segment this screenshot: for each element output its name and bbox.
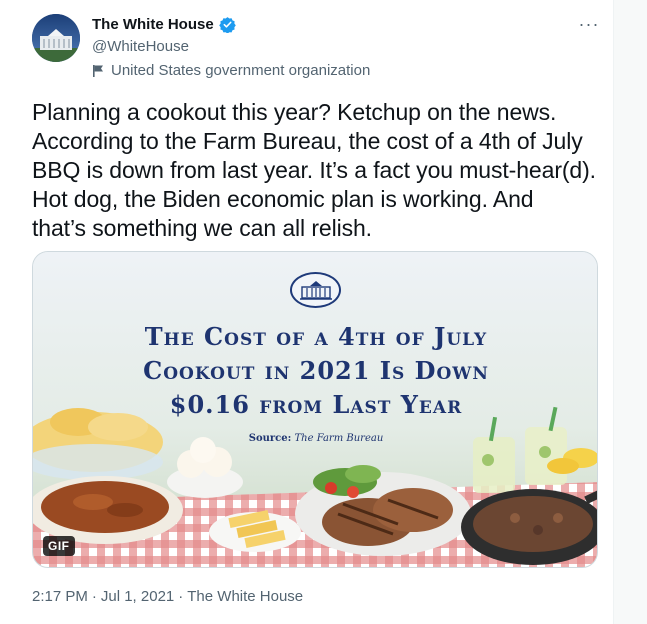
more-icon: ··· [578,13,600,34]
tweet-date[interactable]: Jul 1, 2021 [101,588,174,605]
author-handle[interactable]: @WhiteHouse [92,38,189,55]
source-name: The Farm Bureau [294,433,384,444]
white-house-avatar-icon [32,14,80,62]
tweet-text: Planning a cookout this year? Ketchup on… [32,98,604,243]
avatar[interactable] [32,14,80,62]
tweet-text-line: According to the Farm Bureau, the cost o… [32,128,583,154]
white-house-seal-icon [290,272,341,308]
tweet-time[interactable]: 2:17 PM [32,588,88,605]
media-gif[interactable]: The Cost of a 4th of July Cookout in 202… [32,251,598,568]
author-name-row[interactable]: The White House [92,16,236,34]
headline-line: The Cost of a 4th of July [144,322,488,351]
tweet-text-line: that’s something we can all relish. [32,215,372,241]
tweet[interactable]: The White House @WhiteHouse United State… [0,0,613,624]
source-label: Source: [248,433,292,444]
more-options-button[interactable]: ··· [573,12,605,36]
tweet-metadata: 2:17 PM · Jul 1, 2021 · The White House [32,588,303,605]
author-display-name[interactable]: The White House [92,16,214,33]
meta-separator: · [178,588,184,605]
tweet-text-line: Planning a cookout this year? Ketchup on… [32,99,557,125]
media-source: Source: The Farm Bureau [33,433,597,444]
sidebar-edge [614,0,647,624]
flag-icon [92,64,105,78]
headline-line: Cookout in 2021 Is Down [143,356,489,385]
meta-separator: · [91,588,97,605]
verified-badge-icon [218,16,236,34]
affiliation-text: United States government organization [111,62,371,79]
headline-line: $0.16 from Last Year [169,390,463,419]
tweet-text-line: BBQ is down from last year. It’s a fact … [32,157,596,183]
media-headline: The Cost of a 4th of July Cookout in 202… [73,320,559,422]
tweet-source-app[interactable]: The White House [187,588,303,605]
gif-badge: GIF [43,536,75,556]
tweet-text-line: Hot dog, the Biden economic plan is work… [32,186,534,212]
affiliation-label: United States government organization [92,62,370,79]
